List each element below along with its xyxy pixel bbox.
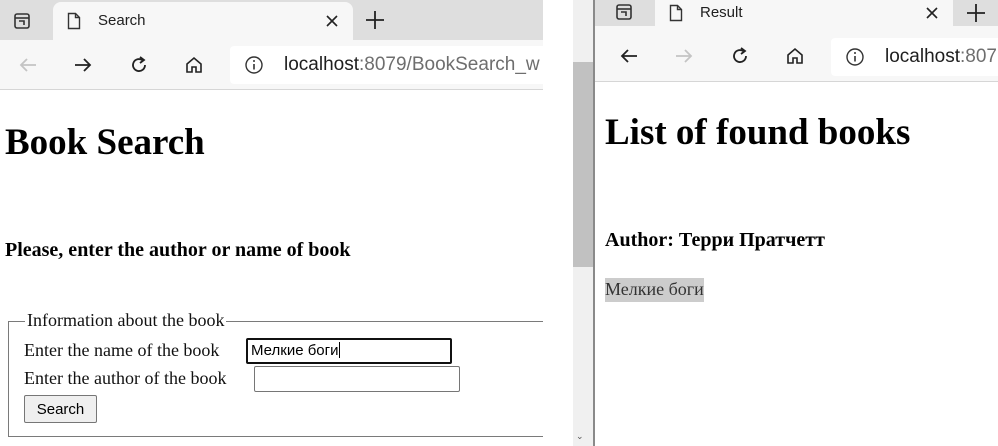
- left-browser-window: Search localhost:8079/BookSearch_w Book …: [0, 0, 543, 446]
- tab-result[interactable]: Result: [655, 0, 953, 26]
- address-bar[interactable]: localhost:8079/BookSearch_w: [230, 46, 543, 84]
- author-label: Enter the author of the book: [24, 368, 227, 388]
- page-title: Book Search: [5, 122, 205, 163]
- fieldset-legend: Information about the book: [25, 310, 227, 331]
- scroll-down-icon[interactable]: ⌄: [576, 432, 584, 442]
- tab-search[interactable]: Search: [53, 2, 353, 40]
- forward-arrow-icon[interactable]: [667, 39, 701, 73]
- name-label: Enter the name of the book: [24, 340, 220, 360]
- right-browser-window: Result localhost:807 List of found books…: [593, 0, 998, 446]
- tab-title: Search: [98, 12, 146, 29]
- info-icon[interactable]: [845, 47, 865, 72]
- tab-title: Result: [700, 4, 743, 21]
- url-text: localhost:8079/BookSearch_w: [284, 54, 540, 75]
- scrollbar-thumb[interactable]: [573, 62, 593, 267]
- close-tab-icon[interactable]: [323, 12, 341, 30]
- author-heading: Author: Терри Пратчетт: [605, 229, 825, 251]
- tab-actions-icon[interactable]: [609, 0, 639, 24]
- back-arrow-icon[interactable]: [612, 39, 646, 73]
- browser-toolbar: localhost:8079/BookSearch_w: [0, 40, 543, 90]
- info-icon[interactable]: [244, 55, 264, 80]
- new-tab-icon[interactable]: [362, 7, 388, 33]
- refresh-icon[interactable]: [122, 48, 156, 82]
- book-info-fieldset: Information about the book Enter the nam…: [8, 310, 543, 437]
- search-prompt: Please, enter the author or name of book: [5, 239, 351, 261]
- tab-strip: Result: [595, 0, 998, 26]
- browser-toolbar: localhost:807: [595, 26, 998, 82]
- author-input[interactable]: [254, 366, 460, 392]
- close-tab-icon[interactable]: [923, 4, 941, 22]
- page-content: List of found books Author: Терри Пратче…: [595, 83, 998, 446]
- page-icon: [67, 12, 81, 35]
- search-button[interactable]: Search: [24, 395, 97, 423]
- new-tab-icon[interactable]: [963, 0, 989, 26]
- page-title: List of found books: [605, 112, 911, 153]
- book-result-item: Мелкие боги: [605, 278, 704, 302]
- book-name-input[interactable]: Мелкие боги: [246, 338, 452, 364]
- page-content: Book Search Please, enter the author or …: [0, 91, 543, 446]
- forward-arrow-icon[interactable]: [66, 48, 100, 82]
- page-icon: [669, 4, 683, 27]
- tab-actions-icon[interactable]: [7, 7, 37, 35]
- refresh-icon[interactable]: [723, 39, 757, 73]
- address-bar[interactable]: localhost:807: [831, 38, 998, 76]
- home-icon[interactable]: [177, 48, 211, 82]
- url-text: localhost:807: [885, 46, 997, 67]
- home-icon[interactable]: [778, 39, 812, 73]
- tab-strip: Search: [0, 0, 543, 40]
- back-arrow-icon[interactable]: [11, 48, 45, 82]
